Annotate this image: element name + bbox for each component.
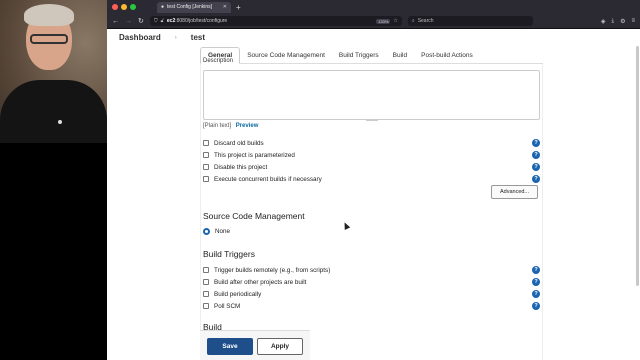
advanced-button[interactable]: Advanced... bbox=[491, 185, 538, 199]
option-disable-project: Disable this project ? bbox=[203, 162, 540, 172]
trigger-periodically: Build periodically ? bbox=[203, 289, 540, 299]
scm-section-title: Source Code Management bbox=[203, 211, 305, 221]
url-bar[interactable]: ⛉ 🔓︎ ec2:8080/job/test/configure 133% ☆ bbox=[149, 16, 402, 26]
concurrent-builds-checkbox[interactable] bbox=[203, 176, 209, 182]
option-label: Discard old builds bbox=[214, 139, 264, 147]
tab-build[interactable]: Build bbox=[386, 47, 414, 64]
shirt-button bbox=[58, 120, 62, 124]
webcam-video bbox=[0, 0, 107, 143]
config-form: Description [Plain text] Preview Discard… bbox=[200, 58, 543, 360]
save-button[interactable]: Save bbox=[207, 338, 253, 355]
option-concurrent-builds: Execute concurrent builds if necessary ? bbox=[203, 174, 540, 184]
help-icon[interactable]: ? bbox=[532, 278, 540, 286]
back-icon[interactable]: ← bbox=[112, 18, 119, 25]
help-icon[interactable]: ? bbox=[532, 266, 540, 274]
option-label: Build after other projects are built bbox=[214, 278, 307, 286]
jenkins-favicon-icon: ● bbox=[161, 4, 165, 10]
parameterized-checkbox[interactable] bbox=[203, 152, 209, 158]
trigger-after-other-projects: Build after other projects are built ? bbox=[203, 277, 540, 287]
description-label: Description bbox=[203, 58, 234, 64]
search-icon: ⌕ bbox=[411, 18, 415, 24]
disable-project-checkbox[interactable] bbox=[203, 164, 209, 170]
plain-text-label: [Plain text] bbox=[203, 123, 232, 129]
help-icon[interactable]: ? bbox=[532, 139, 540, 147]
breadcrumb-dashboard[interactable]: Dashboard bbox=[119, 33, 161, 42]
trigger-poll-scm: Poll SCM ? bbox=[203, 301, 540, 311]
screen: ● test Config [Jenkins] ✕ + ← → ↻ ⛉ 🔓︎ e… bbox=[0, 0, 640, 360]
trigger-periodically-checkbox[interactable] bbox=[203, 291, 209, 297]
tab-build-triggers[interactable]: Build Triggers bbox=[332, 47, 386, 64]
url-text: ec2:8080/job/test/configure bbox=[166, 18, 228, 24]
presenter-glasses bbox=[30, 34, 68, 44]
browser-window: ● test Config [Jenkins] ✕ + ← → ↻ ⛉ 🔓︎ e… bbox=[107, 0, 640, 360]
breadcrumb-separator-icon: › bbox=[174, 34, 177, 41]
minimize-window-dot[interactable] bbox=[121, 4, 127, 10]
option-parameterized: This project is parameterized ? bbox=[203, 150, 540, 160]
scm-none-radio[interactable] bbox=[203, 228, 210, 235]
option-label: Build periodically bbox=[214, 290, 262, 298]
option-label: Execute concurrent builds if necessary bbox=[214, 175, 322, 183]
browser-titlebar: ● test Config [Jenkins] ✕ + bbox=[107, 0, 640, 14]
help-icon[interactable]: ? bbox=[532, 163, 540, 171]
scm-option-none: None bbox=[203, 228, 230, 235]
toolbar-icons: ◈ ⤓ ⚙ ≡ bbox=[601, 18, 635, 25]
tab-post-build-actions[interactable]: Post-build Actions bbox=[414, 47, 480, 64]
new-tab-icon[interactable]: + bbox=[236, 3, 241, 12]
option-label: Poll SCM bbox=[214, 302, 241, 310]
help-icon[interactable]: ? bbox=[532, 290, 540, 298]
help-icon[interactable]: ? bbox=[532, 175, 540, 183]
trigger-remote-checkbox[interactable] bbox=[203, 267, 209, 273]
tab-source-code-management[interactable]: Source Code Management bbox=[240, 47, 332, 64]
breadcrumb-job[interactable]: test bbox=[191, 33, 205, 42]
build-triggers-section-title: Build Triggers bbox=[203, 249, 255, 259]
reload-icon[interactable]: ↻ bbox=[138, 17, 144, 25]
breadcrumb: Dashboard › test bbox=[107, 29, 640, 46]
extensions-icon[interactable]: ⚙ bbox=[620, 18, 625, 25]
help-icon[interactable]: ? bbox=[532, 151, 540, 159]
poll-scm-checkbox[interactable] bbox=[203, 303, 209, 309]
browser-toolbar: ← → ↻ ⛉ 🔓︎ ec2:8080/job/test/configure 1… bbox=[107, 14, 640, 29]
download-icon[interactable]: ⤓ bbox=[611, 18, 614, 25]
black-area bbox=[0, 143, 107, 360]
forward-icon[interactable]: → bbox=[125, 18, 132, 25]
search-placeholder: Search bbox=[417, 18, 434, 24]
close-window-dot[interactable] bbox=[112, 4, 118, 10]
zoom-indicator[interactable]: 133% bbox=[376, 18, 391, 24]
apply-button[interactable]: Apply bbox=[257, 338, 303, 355]
option-label: This project is parameterized bbox=[214, 151, 295, 159]
config-tabs: General Source Code Management Build Tri… bbox=[200, 47, 543, 64]
help-icon[interactable]: ? bbox=[532, 302, 540, 310]
form-actions-bar: Save Apply bbox=[200, 330, 310, 360]
page-scrollbar[interactable] bbox=[636, 46, 639, 286]
presenter-shirt bbox=[0, 80, 107, 143]
description-textarea[interactable] bbox=[203, 70, 540, 120]
option-discard-old-builds: Discard old builds ? bbox=[203, 138, 540, 148]
plain-text-hint: [Plain text] Preview bbox=[203, 123, 258, 129]
trigger-after-other-checkbox[interactable] bbox=[203, 279, 209, 285]
option-label: Disable this project bbox=[214, 163, 268, 171]
discard-old-builds-checkbox[interactable] bbox=[203, 140, 209, 146]
browser-tab[interactable]: ● test Config [Jenkins] ✕ bbox=[157, 1, 231, 13]
maximize-window-dot[interactable] bbox=[130, 4, 136, 10]
tab-title: test Config [Jenkins] bbox=[167, 4, 213, 10]
bookmark-star-icon[interactable]: ☆ bbox=[393, 18, 397, 24]
scm-none-label: None bbox=[215, 228, 231, 235]
lock-icon: 🔓︎ bbox=[160, 18, 164, 24]
search-bar[interactable]: ⌕ Search bbox=[407, 16, 533, 26]
textarea-resize-handle[interactable] bbox=[366, 119, 378, 121]
shield-icon: ⛉ bbox=[153, 18, 158, 24]
presenter-hair bbox=[24, 4, 74, 26]
trigger-remote: Trigger builds remotely (e.g., from scri… bbox=[203, 265, 540, 275]
preview-link[interactable]: Preview bbox=[236, 123, 259, 129]
tab-close-icon[interactable]: ✕ bbox=[223, 4, 227, 10]
menu-icon[interactable]: ≡ bbox=[631, 18, 635, 25]
option-label: Trigger builds remotely (e.g., from scri… bbox=[214, 266, 331, 274]
pocket-icon[interactable]: ◈ bbox=[601, 18, 606, 25]
